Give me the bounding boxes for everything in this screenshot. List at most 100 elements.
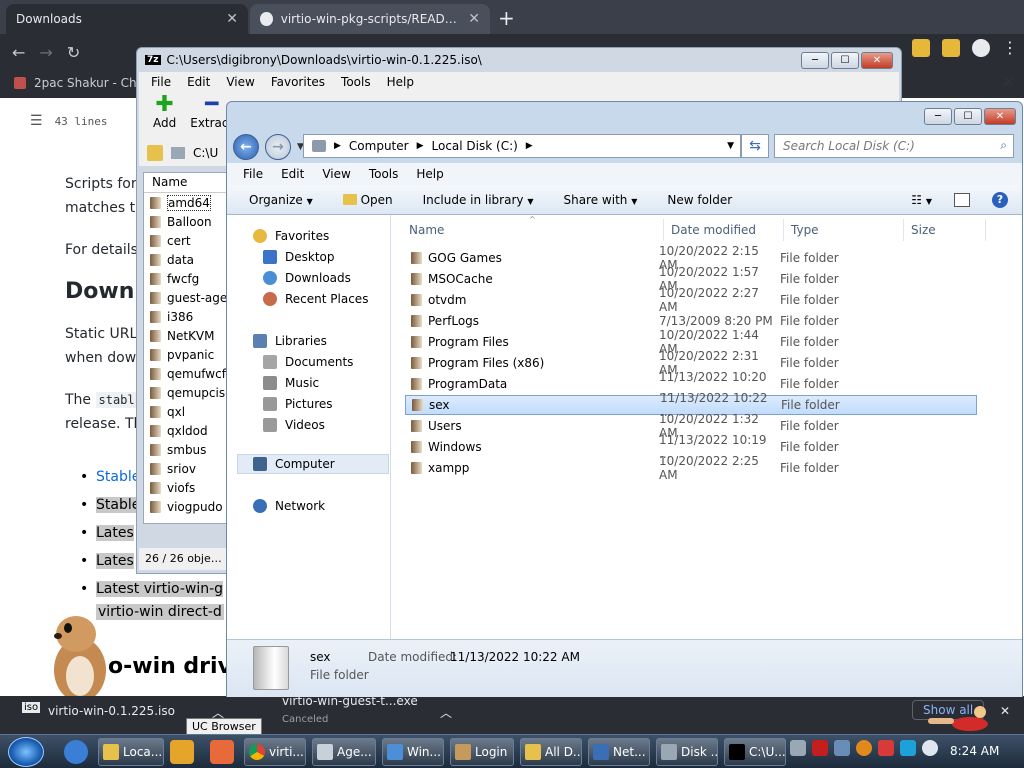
list-item[interactable]: qemupciserial: [144, 383, 230, 402]
nav-downloads[interactable]: Downloads: [263, 271, 351, 285]
list-item[interactable]: viofs: [144, 478, 230, 497]
nav-favorites[interactable]: Favorites: [253, 229, 329, 243]
minimize-button[interactable]: ─: [924, 108, 952, 125]
column-header-name[interactable]: Name: [409, 223, 444, 237]
maximize-button[interactable]: ☐: [954, 108, 982, 125]
table-row[interactable]: otvdm 10/20/2022 2:27 AM File folder: [405, 286, 977, 314]
taskbar-agent[interactable]: Age...: [312, 738, 376, 766]
taskbar-explorer[interactable]: Loca...: [98, 738, 164, 766]
column-header-type[interactable]: Type: [791, 223, 819, 237]
minimize-button[interactable]: ─: [801, 52, 829, 69]
back-icon[interactable]: ←: [12, 43, 25, 62]
browser-tab-downloads[interactable]: Downloads ✕: [6, 4, 248, 34]
breadcrumb-separator-icon[interactable]: ▶: [417, 141, 424, 151]
list-item[interactable]: qemufwcfg: [144, 364, 230, 383]
up-folder-icon[interactable]: [147, 145, 163, 161]
breadcrumb-separator-icon[interactable]: ▶: [334, 141, 341, 151]
start-button[interactable]: [8, 737, 44, 767]
avatar[interactable]: [972, 38, 990, 57]
list-item[interactable]: sriov: [144, 459, 230, 478]
tray-app-icon[interactable]: [878, 740, 894, 756]
taskbar-all-downloads[interactable]: All D...: [520, 738, 582, 766]
close-button[interactable]: ✕: [861, 52, 893, 69]
close-icon[interactable]: ✕: [226, 11, 238, 27]
table-row[interactable]: xampp 10/20/2022 2:25 AM File folder: [405, 454, 977, 482]
nav-desktop[interactable]: Desktop: [263, 250, 335, 264]
menu-help[interactable]: Help: [416, 167, 443, 181]
menu-favorites[interactable]: Favorites: [271, 75, 325, 89]
list-item[interactable]: pvpanic: [144, 345, 230, 364]
tray-app-icon[interactable]: [856, 740, 872, 756]
open-button[interactable]: Open: [342, 193, 393, 207]
list-item[interactable]: data: [144, 250, 230, 269]
extension-icon[interactable]: [942, 38, 960, 57]
outline-icon[interactable]: ☰: [30, 113, 43, 129]
tray-app-icon[interactable]: [834, 740, 850, 756]
column-header-size[interactable]: Size: [911, 223, 936, 237]
taskbar-chrome[interactable]: virti...: [244, 738, 306, 766]
menu-view[interactable]: View: [322, 167, 350, 181]
extension-icon[interactable]: [912, 38, 930, 57]
new-folder-button[interactable]: New folder: [667, 193, 732, 207]
organize-button[interactable]: Organize ▼: [249, 193, 313, 207]
close-icon[interactable]: ✕: [1000, 704, 1010, 718]
nav-libraries[interactable]: Libraries: [253, 334, 327, 348]
list-item[interactable]: guest-agen: [144, 288, 230, 307]
menu-help[interactable]: Help: [387, 75, 414, 89]
list-item[interactable]: viogpudo: [144, 497, 230, 516]
menu-edit[interactable]: Edit: [187, 75, 210, 89]
download-item[interactable]: virtio-win-0.1.225.iso: [48, 704, 175, 718]
menu-view[interactable]: View: [226, 75, 254, 89]
list-item[interactable]: NetKVM: [144, 326, 230, 345]
taskbar-7zip[interactable]: C:\U...: [724, 738, 786, 766]
browser-tab-readme[interactable]: virtio-win-pkg-scripts/README.m ✕: [250, 4, 490, 34]
refresh-button[interactable]: ⇆: [741, 134, 769, 158]
list-item[interactable]: cert: [144, 231, 230, 250]
list-item[interactable]: qxl: [144, 402, 230, 421]
chevron-up-icon[interactable]: ︿: [440, 704, 452, 721]
path-input[interactable]: C:\U: [193, 146, 218, 160]
breadcrumb-local-disk[interactable]: Local Disk (C:): [432, 139, 518, 153]
maximize-button[interactable]: ☐: [831, 52, 859, 69]
forward-icon[interactable]: →: [39, 43, 52, 62]
forward-button[interactable]: →: [265, 134, 291, 160]
breadcrumb-separator-icon[interactable]: ▶: [526, 141, 533, 151]
list-item[interactable]: smbus: [144, 440, 230, 459]
list-item[interactable]: qxldod: [144, 421, 230, 440]
nav-pictures[interactable]: Pictures: [263, 397, 333, 411]
reload-icon[interactable]: ↻: [67, 43, 80, 62]
column-header-date[interactable]: Date modified: [671, 223, 756, 237]
taskbar-disk[interactable]: Disk ...: [656, 738, 718, 766]
uc-browser-icon[interactable]: [210, 740, 234, 764]
close-icon[interactable]: ✕: [468, 11, 480, 27]
nav-computer[interactable]: Computer: [253, 457, 335, 471]
back-button[interactable]: ←: [233, 134, 259, 160]
volume-icon[interactable]: [922, 740, 938, 756]
preview-pane-icon[interactable]: [954, 192, 970, 207]
menu-file[interactable]: File: [151, 75, 171, 89]
ie-icon[interactable]: [64, 740, 88, 764]
tray-app-icon[interactable]: [790, 740, 806, 756]
list-item[interactable]: Balloon: [144, 212, 230, 231]
menu-edit[interactable]: Edit: [281, 167, 304, 181]
list-item[interactable]: fwcfg: [144, 269, 230, 288]
menu-icon[interactable]: ⋮: [1002, 38, 1018, 57]
list-item[interactable]: Latest virtio-win-g: [80, 575, 240, 603]
list-item[interactable]: amd64: [144, 193, 230, 212]
menu-file[interactable]: File: [243, 167, 263, 181]
search-input[interactable]: Search Local Disk (C:) ⌕: [774, 134, 1014, 158]
menu-tools[interactable]: Tools: [341, 75, 371, 89]
taskbar-windows[interactable]: Win...: [382, 738, 444, 766]
include-in-library-button[interactable]: Include in library ▼: [423, 193, 534, 207]
media-player-icon[interactable]: [170, 740, 194, 764]
tray-app-icon[interactable]: [900, 740, 916, 756]
address-bar[interactable]: ▶ Computer ▶ Local Disk (C:) ▶ ▼: [303, 134, 741, 158]
nav-videos[interactable]: Videos: [263, 418, 325, 432]
nav-network[interactable]: Network: [253, 499, 325, 513]
help-icon[interactable]: ?: [992, 191, 1008, 208]
menu-tools[interactable]: Tools: [369, 167, 399, 181]
bookmark-item[interactable]: 2pac Shakur - Chro: [34, 76, 149, 90]
list-item[interactable]: i386: [144, 307, 230, 326]
column-name[interactable]: Name: [144, 173, 230, 193]
clock[interactable]: 8:24 AM: [950, 744, 999, 758]
